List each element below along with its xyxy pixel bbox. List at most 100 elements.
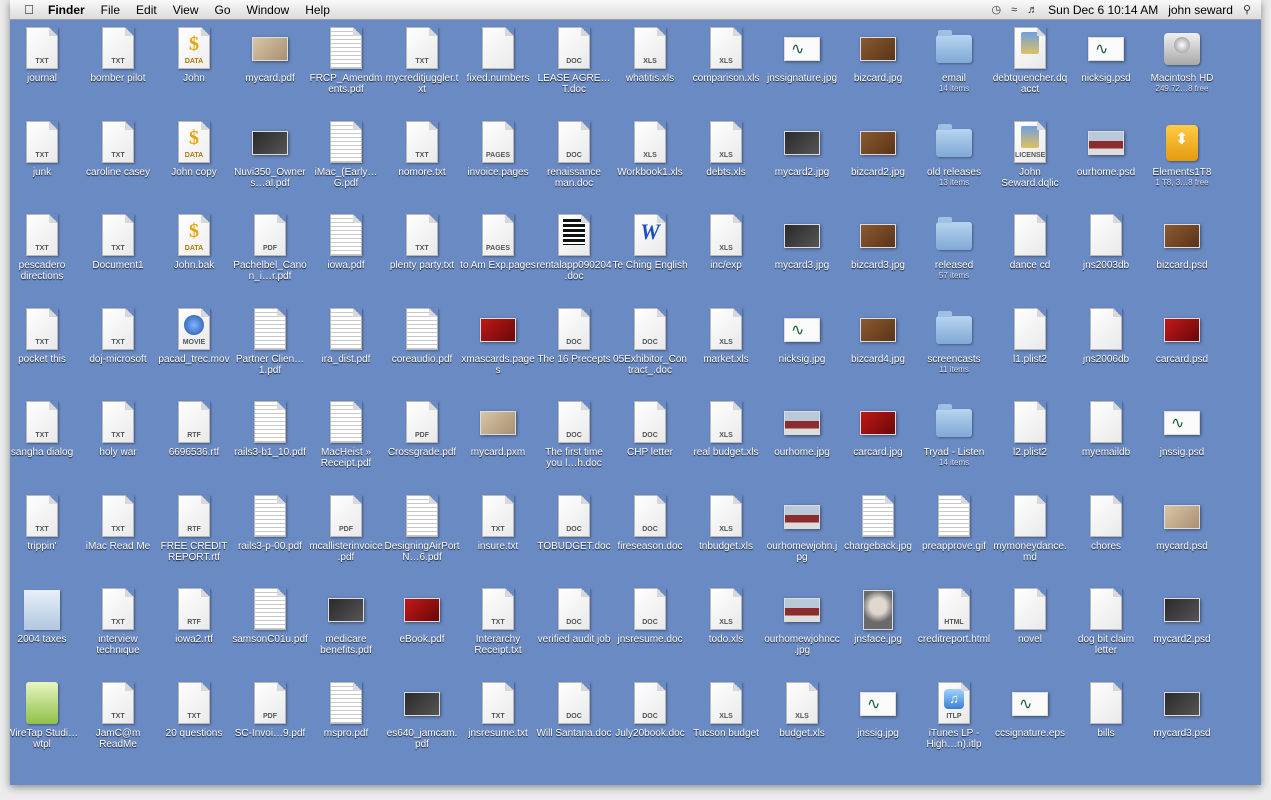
desktop-item[interactable]: XLS market.xls (688, 304, 764, 365)
desktop-item[interactable]: bizcard4.jpg (840, 304, 916, 365)
desktop-item[interactable]: iMac_(Early…G.pdf (308, 117, 384, 189)
desktop-item[interactable]: $ DATA John.bak (156, 210, 232, 271)
desktop-item[interactable]: bizcard.jpg (840, 23, 916, 84)
desktop-item[interactable]: dog bit claim letter (1068, 584, 1144, 656)
menu-edit[interactable]: Edit (128, 3, 165, 17)
desktop-item[interactable]: es640_jamcam.pdf (384, 678, 460, 750)
desktop-item[interactable]: novel (992, 584, 1068, 645)
desktop-item[interactable]: FRCP_Amendments.pdf (308, 23, 384, 95)
desktop-item[interactable]: LICENSE John Seward.dqlic (992, 117, 1068, 189)
desktop-item[interactable]: mspro.pdf (308, 678, 384, 739)
desktop-item[interactable]: TXT interview technique (80, 584, 156, 656)
time-machine-icon[interactable]: ◷ (991, 3, 1001, 16)
menu-view[interactable]: View (165, 3, 207, 17)
menubar-clock[interactable]: Sun Dec 6 10:14 AM (1048, 3, 1158, 17)
search-icon[interactable]: ⚲ (1243, 3, 1251, 16)
desktop-item[interactable]: XLS budget.xls (764, 678, 840, 739)
desktop-item[interactable]: XLS comparison.xls (688, 23, 764, 84)
desktop-item[interactable]: iowa.pdf (308, 210, 384, 271)
volume-icon[interactable]: ♬ (1027, 4, 1038, 16)
desktop-item[interactable]: Tryad - Listen 14 items (916, 397, 992, 467)
desktop-item[interactable]: eBook.pdf (384, 584, 460, 645)
desktop-item[interactable]: TXT JamC@m ReadMe (80, 678, 156, 750)
desktop-item[interactable]: fixed.numbers (460, 23, 536, 84)
desktop-item[interactable]: PDF SC-Invoi…9.pdf (232, 678, 308, 739)
desktop-item[interactable]: TXT doj-microsoft (80, 304, 156, 365)
desktop-item[interactable]: mycard.pxm (460, 397, 536, 458)
desktop-item[interactable]: DOC fireseason.doc (612, 491, 688, 552)
desktop-item[interactable]: $ DATA John copy (156, 117, 232, 178)
desktop-item[interactable]: DOC verified audit job (536, 584, 612, 645)
desktop-item[interactable]: medicare benefits.pdf (308, 584, 384, 656)
desktop-item[interactable]: TXT journal (10, 23, 80, 84)
desktop-item[interactable]: Elements1T81 T8, 3…8 free (1144, 117, 1220, 187)
desktop-item[interactable]: XLS todo.xls (688, 584, 764, 645)
desktop-item[interactable]: DOC The 16 Precepts (536, 304, 612, 365)
desktop-item[interactable]: XLS Tucson budget (688, 678, 764, 739)
desktop-item[interactable]: screencasts 11 items (916, 304, 992, 374)
desktop-item[interactable]: 2004 taxes (10, 584, 80, 645)
desktop-item[interactable]: WireTap Studi…wtpl (10, 678, 80, 750)
desktop-item[interactable]: jnsface.jpg (840, 584, 916, 645)
desktop-item[interactable]: TXT holy war (80, 397, 156, 458)
desktop-item[interactable]: myemaildb (1068, 397, 1144, 458)
desktop-item[interactable]: MacHeist » Receipt.pdf (308, 397, 384, 469)
desktop-item[interactable]: TXT insure.txt (460, 491, 536, 552)
desktop-item[interactable]: TXT pescadero directions (10, 210, 80, 282)
desktop-item[interactable]: XLS Workbook1.xls (612, 117, 688, 178)
desktop-item[interactable]: jns2006db (1068, 304, 1144, 365)
desktop-item[interactable]: DOC TOBUDGET.doc (536, 491, 612, 552)
desktop-item[interactable]: W Te Ching English (612, 210, 688, 271)
desktop-item[interactable]: PDF mcallisterinvoice.pdf (308, 491, 384, 563)
desktop-item[interactable]: jnssig.psd (1144, 397, 1220, 458)
desktop-item[interactable]: DOC 05Exhibitor_Contract_.doc (612, 304, 688, 376)
menubar-user[interactable]: john seward (1168, 3, 1233, 17)
desktop-item[interactable]: DesigningAirPortN…6.pdf (384, 491, 460, 563)
desktop-item[interactable]: l1.plist2 (992, 304, 1068, 365)
desktop-item[interactable]: bizcard.psd (1144, 210, 1220, 271)
desktop-item[interactable]: mycard.psd (1144, 491, 1220, 552)
desktop-item[interactable]: ira_dist.pdf (308, 304, 384, 365)
desktop-item[interactable]: XLS tnbudget.xls (688, 491, 764, 552)
desktop-item[interactable]: DOC LEASE AGRE…T.doc (536, 23, 612, 95)
desktop-item[interactable]: mycard.pdf (232, 23, 308, 84)
desktop-item[interactable]: TXT sangha dialog (10, 397, 80, 458)
desktop-item[interactable]: PDF Crossgrade.pdf (384, 397, 460, 458)
desktop-item[interactable]: TXT pocket this (10, 304, 80, 365)
desktop-item[interactable]: nicksig.jpg (764, 304, 840, 365)
desktop-item[interactable]: PAGES to Am Exp.pages (460, 210, 536, 271)
desktop-item[interactable]: mycard2.jpg (764, 117, 840, 178)
desktop-item[interactable]: rails3-b1_10.pdf (232, 397, 308, 458)
desktop-item[interactable]: TXT caroline casey (80, 117, 156, 178)
desktop-item[interactable]: TXT jnsresume.txt (460, 678, 536, 739)
desktop-item[interactable]: ourhomewjohn.jpg (764, 491, 840, 563)
desktop-item[interactable]: chores (1068, 491, 1144, 552)
desktop-item[interactable]: email 14 items (916, 23, 992, 93)
desktop-item[interactable]: l2.plist2 (992, 397, 1068, 458)
desktop-item[interactable]: Nuvi350_Owners…al.pdf (232, 117, 308, 189)
desktop-item[interactable]: TXT Interarchy Receipt.txt (460, 584, 536, 656)
menu-go[interactable]: Go (207, 3, 239, 17)
menu-finder[interactable]: Finder (40, 3, 93, 17)
desktop-item[interactable]: jnssig.jpg (840, 678, 916, 739)
desktop-item[interactable]: PAGES invoice.pages (460, 117, 536, 178)
desktop-item[interactable]: MOVIE pacad_trec.mov (156, 304, 232, 365)
desktop-item[interactable]: old releases 13 items (916, 117, 992, 187)
wifi-icon[interactable]: ≈ (1011, 4, 1017, 16)
apple-menu[interactable]:  (18, 2, 40, 17)
desktop-item[interactable]: ♫ ITLP iTunes LP - High…n).itlp (916, 678, 992, 750)
desktop-item[interactable]: jns2003db (1068, 210, 1144, 271)
desktop-item[interactable]: mycard3.jpg (764, 210, 840, 271)
menu-window[interactable]: Window (239, 3, 298, 17)
desktop-item[interactable]: $ DATA John (156, 23, 232, 84)
desktop-item[interactable]: bizcard3.jpg (840, 210, 916, 271)
desktop-item[interactable]: XLS inc/exp (688, 210, 764, 271)
desktop-item[interactable]: rentalapp090204.doc (536, 210, 612, 282)
desktop-item[interactable]: samsonC01u.pdf (232, 584, 308, 645)
desktop-item[interactable]: ourhome.psd (1068, 117, 1144, 178)
desktop-item[interactable]: rails3-p-00.pdf (232, 491, 308, 552)
desktop-item[interactable]: debtquencher.dqacct (992, 23, 1068, 95)
desktop-item[interactable]: xmascards.pages (460, 304, 536, 376)
desktop-item[interactable]: TXT 20 questions (156, 678, 232, 739)
desktop-item[interactable]: RTF 6696536.rtf (156, 397, 232, 458)
